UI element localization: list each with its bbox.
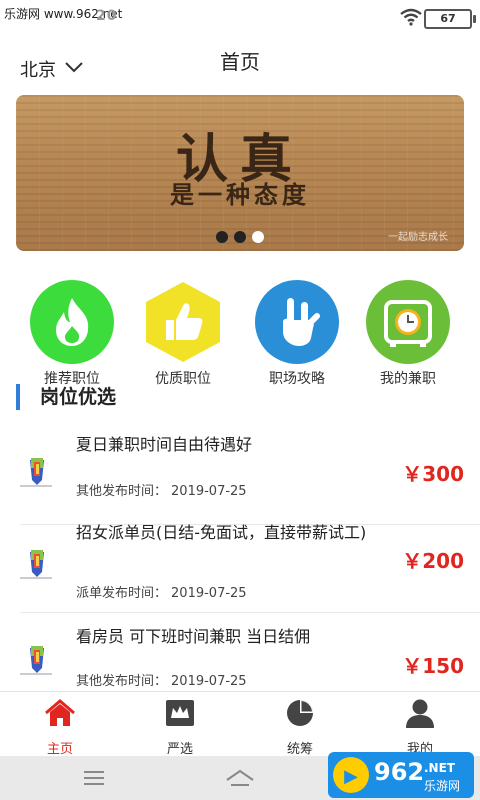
carousel-dot[interactable] (216, 231, 228, 243)
job-posted-label: 发布时间： (102, 674, 168, 689)
clock-icon (366, 280, 450, 364)
svg-text:962: 962 (374, 758, 424, 786)
job-list-item[interactable]: 招女派单员(日结-免面试，直接带薪试工) 派单发布时间： 2019-07-25 ￥… (0, 510, 480, 613)
status-bar: 乐游网 www.962.net 20 67 (0, 0, 480, 36)
tab-planning[interactable]: 统筹 (270, 698, 330, 757)
category-recommended-jobs[interactable]: 推荐职位 (17, 280, 127, 388)
category-quality-jobs[interactable]: 优质职位 (128, 280, 238, 388)
tab-label: 严选 (166, 742, 193, 757)
thumbs-up-icon (142, 280, 224, 364)
category-label: 职场攻略 (269, 371, 325, 387)
job-date: 2019-07-25 (171, 674, 247, 689)
job-date: 2019-07-25 (171, 586, 247, 601)
battery-icon: 67 (424, 9, 476, 29)
job-category: 派单 (76, 586, 103, 601)
job-price: ￥200 (402, 549, 464, 573)
carousel-dot-active[interactable] (252, 231, 264, 243)
home-button-icon[interactable] (224, 768, 256, 788)
top-header: 北京 首页 (0, 36, 480, 86)
banner-credit: 一起励志成长 (388, 232, 448, 243)
carousel-indicator (216, 231, 264, 243)
pie-chart-icon (287, 700, 313, 726)
job-posted-label: 发布时间： (102, 586, 168, 601)
tab-selected[interactable]: 严选 (150, 698, 210, 757)
job-meta: 派单发布时间： 2019-07-25 (76, 582, 247, 601)
flame-icon (30, 280, 114, 364)
category-my-jobs[interactable]: 我的兼职 (353, 280, 463, 388)
battery-level: 67 (440, 12, 456, 25)
svg-text:乐游网: 乐游网 (424, 779, 460, 793)
time-text: 20 (96, 8, 118, 24)
job-category: 其他 (76, 484, 103, 499)
home-icon (45, 699, 75, 726)
category-row: 推荐职位 优质职位 职场攻略 我的兼职 (0, 280, 480, 387)
user-icon (406, 699, 434, 728)
tab-mine[interactable]: 我的 (390, 698, 450, 757)
section-title: 岗位优选 (16, 384, 116, 410)
svg-text:▶: ▶ (344, 766, 358, 787)
job-meta: 其他发布时间： 2019-07-25 (76, 480, 247, 499)
job-thumbnail-icon (20, 646, 52, 675)
job-title: 看房员 可下班时间兼职 当日结佣 (76, 627, 311, 646)
page-title: 首页 (220, 50, 260, 74)
job-date: 2019-07-25 (171, 484, 247, 499)
category-career-guide[interactable]: 职场攻略 (242, 280, 352, 388)
job-title: 招女派单员(日结-免面试，直接带薪试工) (76, 523, 367, 542)
svg-text:.NET: .NET (424, 761, 456, 775)
crown-icon (166, 700, 194, 726)
rock-hand-icon (255, 280, 339, 364)
job-price: ￥300 (402, 462, 464, 486)
job-thumbnail-icon (20, 458, 52, 487)
job-posted-label: 发布时间： (102, 484, 168, 499)
wifi-icon (400, 8, 422, 26)
banner-sub-text: 是一种态度 (170, 181, 310, 209)
bottom-tab-bar: 主页 严选 统筹 我的 (0, 691, 480, 757)
tab-label: 统筹 (286, 742, 313, 757)
banner-carousel[interactable]: 认真 是一种态度 一起励志成长 (16, 95, 464, 251)
job-meta: 其他发布时间： 2019-07-25 (76, 670, 247, 689)
job-category: 其他 (76, 674, 103, 689)
job-thumbnail-icon (20, 550, 52, 579)
carousel-dot[interactable] (234, 231, 246, 243)
menu-icon[interactable] (82, 770, 106, 786)
job-title: 夏日兼职时间自由待遇好 (76, 435, 253, 454)
category-label: 我的兼职 (380, 371, 436, 387)
tab-label: 主页 (46, 742, 73, 757)
tab-home[interactable]: 主页 (30, 698, 90, 757)
job-price: ￥150 (402, 654, 464, 678)
category-label: 优质职位 (155, 371, 211, 387)
962-logo-watermark: ▶ 962 .NET 乐游网 (328, 752, 474, 798)
divider (20, 612, 480, 613)
